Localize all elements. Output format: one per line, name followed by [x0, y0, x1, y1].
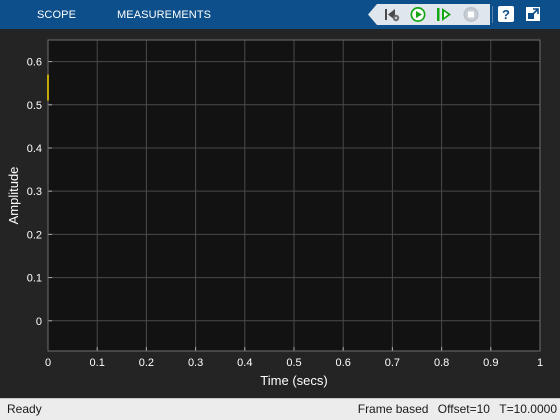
tab-scope[interactable]: SCOPE	[37, 0, 76, 29]
svg-text:?: ?	[502, 7, 510, 22]
scope-window: SCOPE MEASUREMENTS ? 0 0.1 0.2 0.3 0.4 0…	[0, 0, 560, 420]
undock-button[interactable]	[524, 5, 542, 23]
simulation-controls	[368, 4, 490, 25]
help-icon: ?	[498, 6, 514, 22]
y-tick-label: 0.4	[27, 143, 42, 155]
x-tick-label: 0.2	[139, 357, 154, 369]
stop-button[interactable]	[461, 6, 481, 23]
y-tick-label: 0.3	[27, 186, 42, 198]
x-tick-label: 0.6	[336, 357, 351, 369]
status-text: Ready	[7, 402, 42, 416]
x-tick-label: 1	[537, 357, 543, 369]
toolbar-separator	[492, 6, 493, 23]
y-axis-label: Amplitude	[6, 167, 21, 225]
scope-plot[interactable]: 0 0.1 0.2 0.3 0.4 0.5 0.6 0.7 0.8 0.9 1 0 0.1 0.2 0.3 0…	[0, 29, 560, 398]
time-readout: T=10.0000	[499, 402, 557, 416]
y-tick-label: 0.5	[27, 100, 42, 112]
x-tick-label: 0.1	[90, 357, 105, 369]
y-tick-label: 0.6	[27, 57, 42, 69]
step-forward-button[interactable]	[434, 6, 454, 23]
x-tick-label: 0.7	[385, 357, 400, 369]
y-tick-label: 0	[36, 316, 42, 328]
toolbar: SCOPE MEASUREMENTS ?	[0, 0, 560, 29]
x-tick-label: 0	[45, 357, 51, 369]
y-tick-label: 0.1	[27, 273, 42, 285]
x-tick-label: 0.9	[483, 357, 498, 369]
x-tick-label: 0.8	[434, 357, 449, 369]
step-back-icon	[385, 9, 400, 22]
undock-icon	[526, 7, 540, 21]
x-tick-label: 0.4	[237, 357, 252, 369]
stop-icon	[463, 7, 479, 22]
step-back-button[interactable]	[382, 6, 402, 23]
step-forward-icon	[437, 8, 451, 21]
help-button[interactable]: ?	[497, 5, 515, 23]
frame-mode: Frame based	[357, 402, 429, 416]
x-axis-label: Time (secs)	[260, 373, 327, 388]
run-button[interactable]	[408, 6, 428, 23]
run-icon	[410, 7, 426, 22]
plot-area: 0 0.1 0.2 0.3 0.4 0.5 0.6 0.7 0.8 0.9 1 0 0.1 0.2 0.3 0…	[0, 29, 560, 398]
y-tick-label: 0.2	[27, 229, 42, 241]
status-info: Frame based Offset=10 T=10.0000	[352, 402, 557, 416]
x-tick-label: 0.3	[188, 357, 203, 369]
x-tick-label: 0.5	[286, 357, 301, 369]
tab-measurements[interactable]: MEASUREMENTS	[117, 0, 211, 29]
offset-readout: Offset=10	[437, 402, 490, 416]
status-bar: Ready Frame based Offset=10 T=10.0000	[0, 398, 560, 420]
